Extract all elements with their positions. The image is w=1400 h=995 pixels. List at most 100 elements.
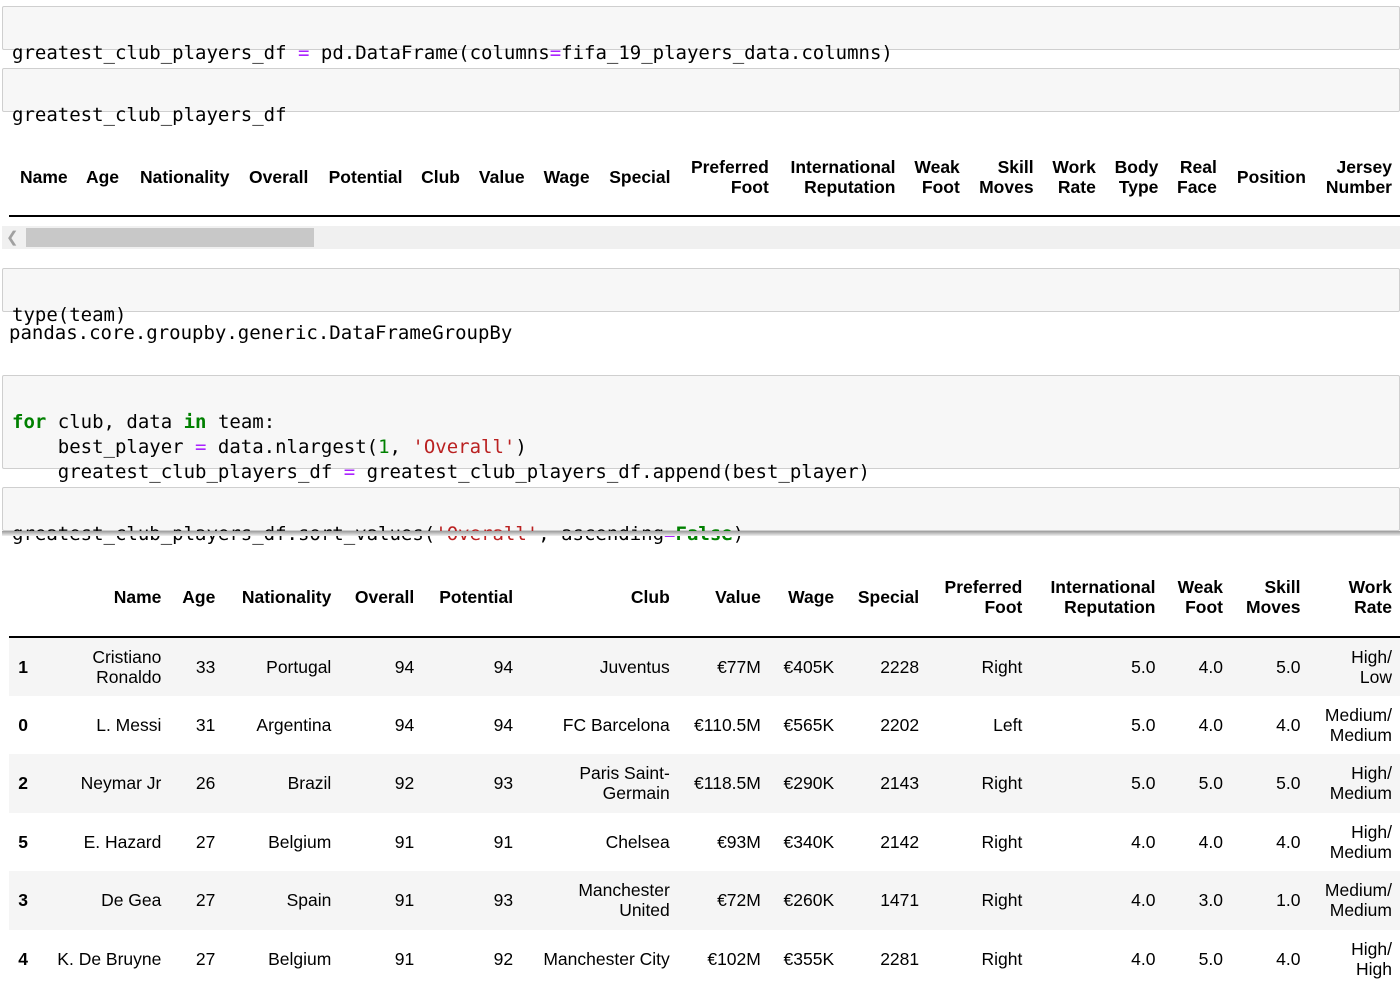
header-row: Name Age Nationality Overall Potential Club Va… — [9, 138, 1400, 216]
table-cell: Medium/Medium — [1308, 696, 1400, 755]
cell-text: Neymar Jr — [80, 773, 162, 794]
table-row: 3 De Gea 27 Spain 91 93 Manchester United €72M €2… — [9, 871, 1400, 930]
chevron-left-icon[interactable]: ❮ — [6, 228, 19, 246]
code-cell-4[interactable]: for club, data in team: best_player = da… — [2, 375, 1400, 483]
column-header: Body Type — [1104, 138, 1167, 216]
table-cell: €565K — [769, 696, 842, 755]
table-cell: 2202 — [842, 696, 927, 755]
table-cell: 93 — [422, 871, 521, 930]
column-header: Real Face — [1166, 138, 1225, 216]
cell-text: International — [790, 156, 896, 177]
table-cell: €405K — [769, 637, 842, 696]
code-text: club, data — [46, 411, 184, 433]
column-header: Preferred Foot — [679, 138, 777, 216]
cell-text: Medium/ — [1324, 880, 1392, 901]
column-header: Work Rate — [1308, 557, 1400, 637]
cell-text: Position — [1236, 166, 1306, 187]
cell-text: 2142 — [880, 831, 920, 852]
cell-text: Foot — [921, 176, 960, 197]
code-cell-3[interactable]: type(team) — [2, 268, 1400, 326]
table-cell: 27 — [169, 871, 223, 930]
code-cell-5[interactable]: greatest_club_players_df.sort_values('Ov… — [2, 487, 1400, 545]
cell-text: €77M — [717, 656, 761, 677]
table-cell: €110.5M — [678, 696, 769, 755]
cell-text: Rate — [1354, 596, 1392, 617]
table-cell: €77M — [678, 637, 769, 696]
table-cell: Neymar Jr — [37, 754, 169, 813]
column-header: Skill Moves — [1231, 557, 1309, 637]
cell-text: Foot — [1185, 596, 1223, 617]
cell-text: 4.0 — [1198, 714, 1223, 735]
header-row: Name Age Nationality Overall Potential Club Va… — [9, 557, 1400, 637]
cell-text: Nationality — [140, 166, 230, 187]
table-cell: 4.0 — [1030, 813, 1163, 872]
code-cell-2[interactable]: greatest_club_players_df — [2, 68, 1400, 126]
cell-text: Chelsea — [605, 831, 670, 852]
table-cell: 91 — [339, 930, 422, 989]
table-cell: Paris Saint- Germain — [521, 754, 678, 813]
cell-text: 5.0 — [1131, 656, 1156, 677]
table-cell: Belgium — [223, 930, 339, 989]
cell-text: Juventus — [599, 656, 670, 677]
table-cell: 33 — [169, 637, 223, 696]
cell-text: Age — [85, 166, 120, 187]
cell-text: 2 — [18, 773, 29, 794]
table-row: 2 Neymar Jr 26 Brazil 92 93 Paris Saint- Germai… — [9, 754, 1400, 813]
table-cell: Right — [927, 637, 1030, 696]
table-cell: 5.0 — [1231, 637, 1309, 696]
cell-text: 5.0 — [1276, 656, 1301, 677]
cell-text: 5.0 — [1198, 773, 1223, 794]
cell-text: 4.0 — [1276, 948, 1301, 969]
code-text: greatest_club_players_df — [12, 42, 287, 64]
table-cell: Argentina — [223, 696, 339, 755]
table-cell: 2143 — [842, 754, 927, 813]
column-header: Overall — [339, 557, 422, 637]
cell-text: L. Messi — [96, 714, 162, 735]
cell-text: 94 — [493, 656, 514, 677]
column-header: Potential — [316, 138, 410, 216]
table-cell: 5.0 — [1163, 930, 1231, 989]
column-header: Nationality — [127, 138, 237, 216]
operator: = — [549, 42, 562, 64]
cell-text: Value — [478, 166, 525, 187]
cell-text: 27 — [195, 890, 216, 911]
row-index: 0 — [9, 696, 37, 755]
cell-text: Body — [1114, 156, 1159, 177]
code-text: best_player — [12, 436, 196, 458]
table-cell: Belgium — [223, 813, 339, 872]
cell-text: 4.0 — [1131, 831, 1156, 852]
cell-text: Reputation — [1064, 596, 1156, 617]
cell-text: Medium — [1329, 841, 1392, 862]
column-header: Value — [468, 138, 533, 216]
table-cell: 2281 — [842, 930, 927, 989]
cell-text: Low — [1359, 666, 1392, 687]
cell-text: 4.0 — [1131, 948, 1156, 969]
cell-text: €405K — [783, 656, 835, 677]
cell-text: 94 — [493, 714, 514, 735]
cell-text: 2143 — [880, 773, 920, 794]
table-cell: Brazil — [223, 754, 339, 813]
cell-text: Germain — [602, 783, 670, 804]
table-cell: €355K — [769, 930, 842, 989]
cell-text: FC Barcelona — [562, 714, 670, 735]
sorted-dataframe-table: Name Age Nationality Overall Potential Club Va… — [9, 557, 1400, 988]
cell-text: High — [1356, 958, 1392, 979]
code-cell-1[interactable]: greatest_club_players_df = pd.DataFrame(… — [2, 6, 1400, 64]
table-cell: 27 — [169, 930, 223, 989]
table-cell: High/Low — [1308, 637, 1400, 696]
column-header: Club — [411, 138, 468, 216]
number-literal: 1 — [378, 436, 390, 458]
table-cell: 91 — [339, 813, 422, 872]
table-cell: 93 — [422, 754, 521, 813]
horizontal-scrollbar[interactable]: ❮ — [2, 226, 1400, 249]
table-cell: Right — [927, 754, 1030, 813]
table-cell: 94 — [339, 637, 422, 696]
scrollbar-thumb[interactable] — [26, 228, 314, 247]
table-cell: Medium/Medium — [1308, 871, 1400, 930]
column-header: Weak Foot — [1163, 557, 1231, 637]
cell-text: Special — [857, 586, 920, 607]
cell-text: K. De Bruyne — [57, 948, 162, 969]
column-header: Special — [598, 138, 679, 216]
table-cell: 4.0 — [1030, 930, 1163, 989]
table-cell: Manchester City — [521, 930, 678, 989]
